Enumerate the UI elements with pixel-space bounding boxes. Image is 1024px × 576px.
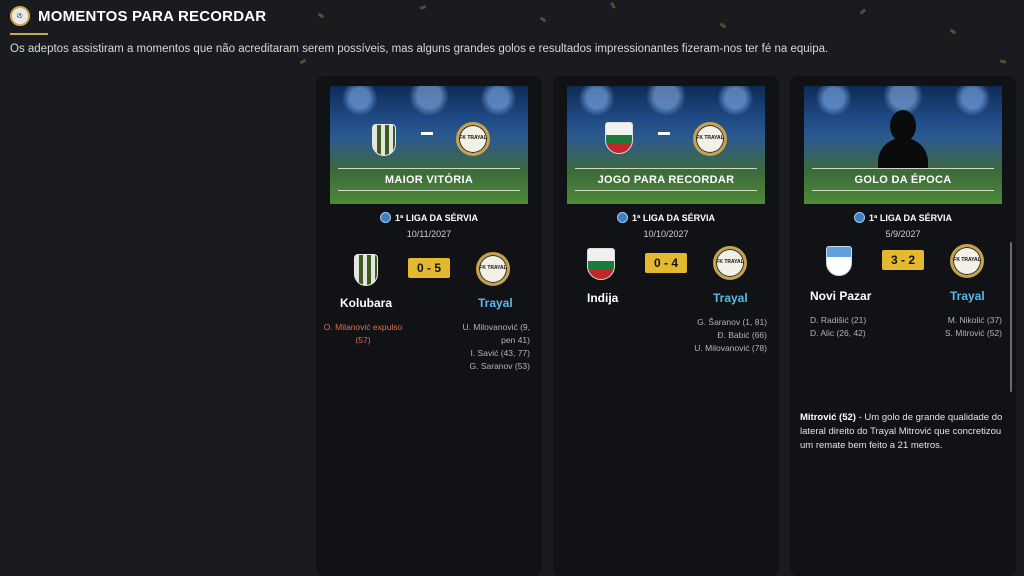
card-label: MAIOR VITÓRIA	[384, 174, 474, 186]
moment-card-match-to-remember[interactable]: FK TRAYAL JOGO PARA RECORDAR 1ª LIGA DA …	[553, 76, 779, 576]
card-label: GOLO DA ÉPOCA	[854, 174, 952, 186]
versus-dash	[658, 132, 670, 135]
confetti-piece	[539, 16, 547, 23]
home-team-crest-icon	[826, 246, 852, 276]
league-name: 1ª LIGA DA SÉRVIA	[553, 212, 779, 223]
indjija-crest-icon	[605, 122, 633, 154]
home-team-name[interactable]: Kolubara	[340, 296, 392, 310]
away-team-name[interactable]: Trayal	[478, 296, 513, 310]
game-logo-icon: ⚽	[10, 6, 30, 26]
home-team-name[interactable]: Novi Pazar	[810, 289, 871, 303]
confetti-piece	[949, 28, 957, 35]
league-name: 1ª LIGA DA SÉRVIA	[790, 212, 1016, 223]
away-team-crest-icon: FK TRAYAL	[713, 246, 747, 280]
card-banner: FK TRAYAL JOGO PARA RECORDAR	[567, 86, 765, 204]
banner-divider	[812, 190, 994, 191]
banner-divider	[575, 190, 757, 191]
page-header: ⚽ MOMENTOS PARA RECORDAR	[10, 6, 266, 26]
away-team-name[interactable]: Trayal	[713, 291, 748, 305]
card-scrollbar[interactable]	[1010, 242, 1012, 392]
trayal-crest-icon: FK TRAYAL	[693, 122, 727, 156]
versus-dash	[421, 132, 433, 135]
home-team-crest-icon	[354, 254, 378, 286]
confetti-piece	[317, 12, 325, 19]
match-date: 10/10/2027	[643, 229, 689, 239]
league-icon	[616, 212, 628, 223]
league-icon	[853, 212, 865, 223]
confetti-piece	[999, 59, 1007, 64]
stadium-lights	[330, 86, 528, 126]
confetti-piece	[610, 2, 616, 9]
match-score: 3 - 2	[882, 250, 924, 270]
home-scorers: D. Radišić (21) D. Alic (26, 42)	[810, 315, 867, 338]
trayal-crest-icon: FK TRAYAL	[456, 122, 490, 156]
away-scorers: M. Nikolić (37) S. Mitrović (52)	[944, 315, 1002, 338]
league-name: 1ª LIGA DA SÉRVIA	[316, 212, 542, 223]
player-silhouette-body	[878, 138, 928, 168]
card-label: JOGO PARA RECORDAR	[597, 174, 735, 186]
banner-divider	[575, 168, 757, 169]
banner-divider	[338, 190, 520, 191]
page-title: MOMENTOS PARA RECORDAR	[38, 7, 267, 25]
league-icon	[379, 212, 391, 223]
match-score: 0 - 5	[408, 258, 450, 278]
moment-card-goal-of-season[interactable]: GOLO DA ÉPOCA 1ª LIGA DA SÉRVIA 5/9/2027…	[790, 76, 1016, 576]
kolubara-crest-icon	[372, 124, 396, 156]
match-score: 0 - 4	[645, 253, 687, 273]
title-underline	[10, 33, 48, 35]
goal-description: Mitrović (52) - Um golo de grande qualid…	[800, 412, 1003, 451]
stadium-lights	[567, 86, 765, 126]
match-date: 5/9/2027	[885, 229, 921, 239]
away-scorers: G. Šaranov (1, 81) Đ. Babić (66) U. Milo…	[694, 317, 767, 353]
page-subtitle: Os adeptos assistiram a momentos que não…	[10, 43, 829, 55]
away-team-crest-icon: FK TRAYAL	[476, 252, 510, 286]
away-team-name[interactable]: Trayal	[950, 289, 985, 303]
confetti-piece	[299, 58, 307, 65]
confetti-piece	[419, 5, 427, 10]
card-banner: GOLO DA ÉPOCA	[804, 86, 1002, 204]
away-team-crest-icon: FK TRAYAL	[950, 244, 984, 278]
banner-divider	[812, 168, 994, 169]
home-team-crest-icon	[587, 248, 615, 280]
match-date: 10/11/2027	[406, 229, 452, 239]
confetti-piece	[859, 8, 867, 15]
away-scorers: U. Milovanović (9, pen 41) I. Savić (43,…	[462, 322, 530, 371]
banner-divider	[338, 168, 520, 169]
confetti-piece	[719, 22, 727, 29]
home-team-name[interactable]: Indija	[587, 291, 618, 305]
home-scorers: O. Milanović expulso (57)	[323, 322, 403, 345]
moment-card-biggest-win[interactable]: FK TRAYAL MAIOR VITÓRIA 1ª LIGA DA SÉRVI…	[316, 76, 542, 576]
card-banner: FK TRAYAL MAIOR VITÓRIA	[330, 86, 528, 204]
